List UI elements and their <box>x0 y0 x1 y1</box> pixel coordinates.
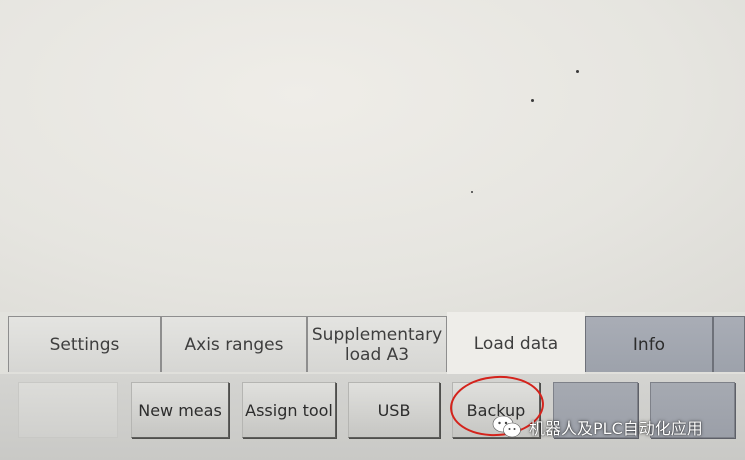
tab-label: Supplementary load A3 <box>311 324 443 365</box>
tab-bar: Settings Axis ranges Supplementary load … <box>8 312 745 374</box>
tab-label: Axis ranges <box>184 334 284 355</box>
screen-speck <box>471 191 473 193</box>
wechat-icon <box>492 415 521 438</box>
tab-label: Settings <box>49 334 120 355</box>
tab-settings[interactable]: Settings <box>8 316 161 372</box>
tab-load-data[interactable]: Load data <box>447 312 585 374</box>
tab-label: Load data <box>473 333 559 354</box>
watermark: 机器人及PLC自动化应用 <box>492 412 703 442</box>
usb-button[interactable]: USB <box>348 382 440 438</box>
watermark-text: 机器人及PLC自动化应用 <box>529 419 703 438</box>
content-area <box>0 0 745 312</box>
tab-label: Info <box>632 334 666 355</box>
tab-overflow <box>713 316 745 372</box>
screen-speck <box>531 99 534 102</box>
tab-axis-ranges[interactable]: Axis ranges <box>161 316 307 372</box>
softkey-blank-1[interactable] <box>18 382 118 438</box>
tab-info[interactable]: Info <box>585 316 713 372</box>
hmi-screen: Settings Axis ranges Supplementary load … <box>0 0 745 460</box>
assign-tool-button[interactable]: Assign tool <box>242 382 336 438</box>
new-meas-button[interactable]: New meas <box>131 382 229 438</box>
tab-supplementary-load-a3[interactable]: Supplementary load A3 <box>307 316 447 372</box>
screen-speck <box>576 70 579 73</box>
